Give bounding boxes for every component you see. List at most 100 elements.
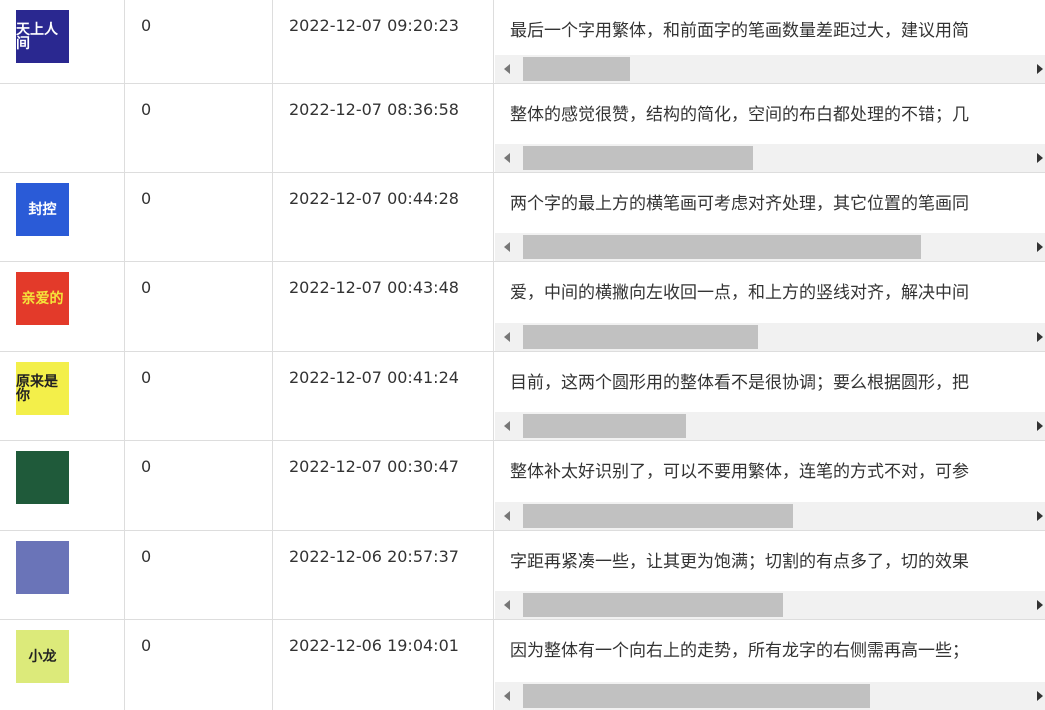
count-cell: 0 [126,0,273,83]
count-cell: 0 [126,620,273,710]
count-value: 0 [141,368,152,387]
poster-thumbnail-text: 小龙 [28,648,57,665]
comment-text: 两个字的最上方的横笔画可考虑对齐处理，其它位置的笔画同 [510,194,969,214]
horizontal-scrollbar[interactable] [495,55,1045,83]
table-row: 原来是你 0 2022-12-07 00:41:24 目前，这两个圆形用的整体看不是很… [0,352,1045,441]
poster-thumbnail-icon[interactable] [16,541,69,594]
date-cell: 2022-12-07 00:30:47 [274,441,494,530]
count-value: 0 [141,189,152,208]
poster-thumbnail-text: 封控 [28,201,57,218]
count-value: 0 [141,278,152,297]
horizontal-scrollbar[interactable] [495,412,1045,440]
scrollbar-thumb[interactable] [523,146,753,170]
comment-text: 爱，中间的横撇向左收回一点，和上方的竖线对齐，解决中间 [510,283,969,303]
horizontal-scrollbar[interactable] [495,502,1045,530]
scroll-left-icon[interactable] [504,691,510,701]
date-cell: 2022-12-07 00:43:48 [274,262,494,351]
horizontal-scrollbar[interactable] [495,144,1045,172]
timestamp: 2022-12-07 00:43:48 [289,278,459,297]
table-row: 0 2022-12-07 08:36:58 整体的感觉很赞，结构的简化，空间的布白都… [0,84,1045,173]
comment-cell: 目前，这两个圆形用的整体看不是很协调；要么根据圆形，把 [495,352,1045,440]
timestamp: 2022-12-07 00:41:24 [289,368,459,387]
comment-cell: 整体补太好识别了，可以不要用繁体，连笔的方式不对，可参 [495,441,1045,530]
poster-thumbnail-text: 天上人间 [16,21,58,52]
poster-thumbnail-icon[interactable] [16,451,69,504]
comment-text: 字距再紧凑一些，让其更为饱满；切割的有点多了，切的效果 [510,552,969,572]
comment-text: 因为整体有一个向右上的走势，所有龙字的右侧需再高一些； [510,641,969,661]
poster-thumbnail-icon[interactable]: 小龙 [16,630,69,683]
table-row: 小龙 0 2022-12-06 19:04:01 因为整体有一个向右上的走势，所有龙字… [0,620,1045,710]
scroll-left-icon[interactable] [504,242,510,252]
scroll-right-icon[interactable] [1037,511,1043,521]
scroll-right-icon[interactable] [1037,421,1043,431]
count-value: 0 [141,547,152,566]
scroll-left-icon[interactable] [504,332,510,342]
poster-thumbnail-text: 亲爱的 [21,290,64,307]
horizontal-scrollbar[interactable] [495,591,1045,619]
count-cell: 0 [126,173,273,261]
scroll-left-icon[interactable] [504,421,510,431]
comment-text: 最后一个字用繁体，和前面字的笔画数量差距过大，建议用简 [510,21,969,41]
poster-thumbnail-text [16,94,69,147]
table-row: 亲爱的 0 2022-12-07 00:43:48 爱，中间的横撇向左收回一点，和上方… [0,262,1045,352]
poster-thumbnail-text [16,451,69,504]
count-value: 0 [141,16,152,35]
comment-text: 目前，这两个圆形用的整体看不是很协调；要么根据圆形，把 [510,373,969,393]
poster-thumbnail-icon[interactable]: 封控 [16,183,69,236]
scroll-left-icon[interactable] [504,64,510,74]
scrollbar-thumb[interactable] [523,325,758,349]
horizontal-scrollbar[interactable] [495,233,1045,261]
thumbnail-cell: 天上人间 [0,0,125,83]
scroll-left-icon[interactable] [504,153,510,163]
count-value: 0 [141,100,152,119]
scrollbar-thumb[interactable] [523,593,783,617]
timestamp: 2022-12-07 09:20:23 [289,16,459,35]
scrollbar-thumb[interactable] [523,57,630,81]
date-cell: 2022-12-07 00:41:24 [274,352,494,440]
poster-thumbnail-icon[interactable]: 亲爱的 [16,272,69,325]
scrollbar-thumb[interactable] [523,684,870,708]
date-cell: 2022-12-06 19:04:01 [274,620,494,710]
comment-cell: 两个字的最上方的横笔画可考虑对齐处理，其它位置的笔画同 [495,173,1045,261]
thumbnail-cell [0,531,125,619]
comment-cell: 字距再紧凑一些，让其更为饱满；切割的有点多了，切的效果 [495,531,1045,619]
scroll-right-icon[interactable] [1037,691,1043,701]
comment-cell: 整体的感觉很赞，结构的简化，空间的布白都处理的不错；几 [495,84,1045,172]
scroll-right-icon[interactable] [1037,153,1043,163]
horizontal-scrollbar[interactable] [495,323,1045,351]
date-cell: 2022-12-07 00:44:28 [274,173,494,261]
scroll-right-icon[interactable] [1037,242,1043,252]
scroll-left-icon[interactable] [504,511,510,521]
thumbnail-cell: 原来是你 [0,352,125,440]
scrollbar-thumb[interactable] [523,414,686,438]
count-value: 0 [141,636,152,655]
thumbnail-cell: 小龙 [0,620,125,710]
comment-text: 整体的感觉很赞，结构的简化，空间的布白都处理的不错；几 [510,105,969,125]
thumbnail-cell [0,441,125,530]
poster-thumbnail-icon[interactable] [16,94,69,147]
timestamp: 2022-12-07 00:30:47 [289,457,459,476]
scroll-right-icon[interactable] [1037,332,1043,342]
count-value: 0 [141,457,152,476]
scrollbar-thumb[interactable] [523,235,921,259]
horizontal-scrollbar[interactable] [495,682,1045,710]
comment-cell: 因为整体有一个向右上的走势，所有龙字的右侧需再高一些； [495,620,1045,710]
scroll-left-icon[interactable] [504,600,510,610]
comment-text: 整体补太好识别了，可以不要用繁体，连笔的方式不对，可参 [510,462,969,482]
poster-thumbnail-icon[interactable]: 原来是你 [16,362,69,415]
table-row: 天上人间 0 2022-12-07 09:20:23 最后一个字用繁体，和前面字的笔画… [0,0,1045,84]
scrollbar-thumb[interactable] [523,504,793,528]
count-cell: 0 [126,262,273,351]
scroll-right-icon[interactable] [1037,64,1043,74]
count-cell: 0 [126,84,273,172]
timestamp: 2022-12-06 20:57:37 [289,547,459,566]
poster-thumbnail-text: 原来是你 [16,373,58,404]
timestamp: 2022-12-07 08:36:58 [289,100,459,119]
count-cell: 0 [126,441,273,530]
scroll-right-icon[interactable] [1037,600,1043,610]
comments-table: 天上人间 0 2022-12-07 09:20:23 最后一个字用繁体，和前面字的笔画… [0,0,1045,710]
poster-thumbnail-icon[interactable]: 天上人间 [16,10,69,63]
thumbnail-cell: 亲爱的 [0,262,125,351]
count-cell: 0 [126,531,273,619]
thumbnail-cell: 封控 [0,173,125,261]
